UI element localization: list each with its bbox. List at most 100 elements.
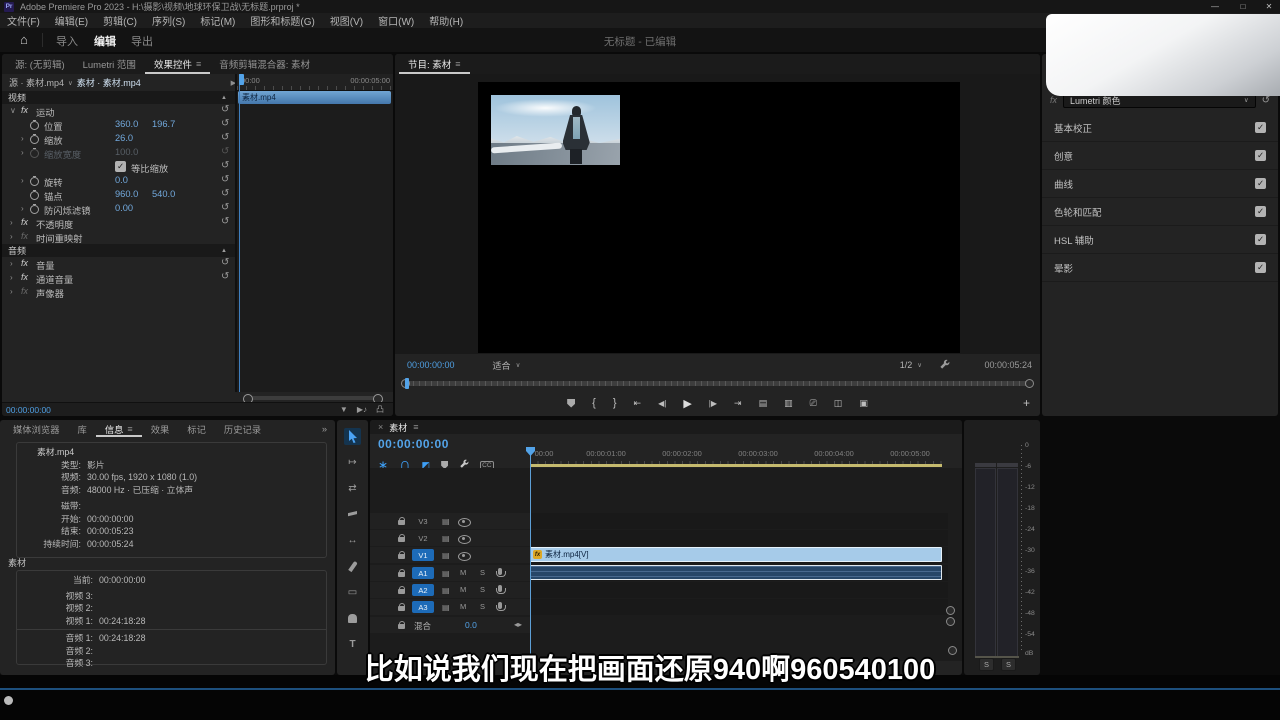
- expander-icon[interactable]: ∨: [10, 106, 16, 115]
- track-name-v3[interactable]: V3: [412, 515, 434, 527]
- expander-icon[interactable]: ›: [21, 204, 24, 213]
- menu-markers[interactable]: 标记(M): [200, 13, 235, 28]
- lock-icon[interactable]: [398, 606, 405, 611]
- play-audio-icon[interactable]: ▶♪: [357, 405, 367, 414]
- eye-icon[interactable]: [458, 535, 471, 544]
- audio-section-header[interactable]: 音频▲: [2, 244, 235, 257]
- track-name-v1[interactable]: V1: [412, 549, 434, 561]
- video-section-header[interactable]: 视频▲: [2, 91, 235, 104]
- program-scrubber[interactable]: [401, 376, 1034, 390]
- extract-icon[interactable]: ▥: [784, 398, 793, 409]
- track-select-tool[interactable]: ↦: [344, 454, 361, 471]
- timeline-playhead[interactable]: [530, 450, 531, 659]
- hand-tool[interactable]: [344, 610, 361, 627]
- tab-program[interactable]: 节目: 素材≡: [399, 54, 470, 74]
- section-color-wheels[interactable]: 色轮和匹配✓: [1042, 198, 1278, 226]
- ripple-edit-tool[interactable]: ⇄: [344, 480, 361, 497]
- razor-tool[interactable]: [344, 506, 361, 523]
- add-marker-icon[interactable]: [567, 399, 575, 408]
- source-clip-label[interactable]: 源 · 素材.mp4: [9, 76, 64, 89]
- enabled-checkbox[interactable]: ✓: [1255, 206, 1266, 217]
- track-resize-handle[interactable]: [946, 617, 955, 626]
- expander-icon[interactable]: ›: [21, 148, 24, 157]
- mini-timeline-ruler[interactable]: 00:00 00:00:05:00: [237, 74, 393, 91]
- export-frame-icon[interactable]: ⎚: [810, 398, 817, 409]
- tab-export[interactable]: 导出: [131, 33, 153, 49]
- section-vignette[interactable]: 晕影✓: [1042, 254, 1278, 282]
- position-x-value[interactable]: 360.0: [115, 119, 138, 129]
- reset-icon[interactable]: ↺: [221, 271, 229, 282]
- track-resize-handle[interactable]: [946, 606, 955, 615]
- tab-import[interactable]: 导入: [56, 33, 78, 49]
- timeline-timecode[interactable]: 00:00:00:00: [378, 437, 449, 451]
- maximize-button[interactable]: □: [1230, 0, 1256, 13]
- keyframe-nav-icon[interactable]: ◂▸: [514, 620, 522, 629]
- sync-lock-icon[interactable]: ▤: [442, 551, 450, 560]
- expander-icon[interactable]: ›: [21, 176, 24, 185]
- section-curves[interactable]: 曲线✓: [1042, 170, 1278, 198]
- panel-menu-icon[interactable]: ≡: [455, 59, 460, 69]
- mute-button[interactable]: M: [460, 602, 466, 611]
- track-name-v2[interactable]: V2: [412, 532, 434, 544]
- anti-flicker-value[interactable]: 0.00: [115, 203, 133, 213]
- track-name-a2[interactable]: A2: [412, 584, 434, 596]
- reset-icon[interactable]: ↺: [221, 104, 229, 115]
- minimize-button[interactable]: —: [1202, 0, 1228, 13]
- lock-icon[interactable]: [398, 554, 405, 559]
- sync-lock-icon[interactable]: ▤: [442, 586, 450, 595]
- reset-icon[interactable]: ↺: [221, 216, 229, 227]
- audio-clip[interactable]: [530, 565, 942, 580]
- lock-icon[interactable]: [398, 537, 405, 542]
- mic-icon[interactable]: [498, 602, 502, 609]
- expander-icon[interactable]: ›: [21, 134, 24, 143]
- filter-icon[interactable]: ▼: [340, 405, 348, 414]
- effect-controls-mini-timeline[interactable]: 00:00 00:00:05:00 素材.mp4: [235, 74, 393, 392]
- section-hsl-secondary[interactable]: HSL 辅助✓: [1042, 226, 1278, 254]
- fit-dropdown[interactable]: 适合∨: [493, 359, 521, 372]
- effect-volume[interactable]: ›fx音量↺: [2, 257, 235, 271]
- slip-tool[interactable]: ↔: [344, 532, 361, 549]
- playhead-timecode[interactable]: 00:00:00:00: [6, 405, 340, 415]
- reset-icon[interactable]: ↺: [221, 160, 229, 171]
- mute-button[interactable]: M: [460, 585, 466, 594]
- lock-icon[interactable]: [398, 572, 405, 577]
- mix-value[interactable]: 0.0: [465, 620, 477, 630]
- effect-channel-volume[interactable]: ›fx通道音量↺: [2, 271, 235, 285]
- eye-icon[interactable]: [458, 518, 471, 527]
- selection-tool[interactable]: [344, 428, 361, 445]
- expander-icon[interactable]: ›: [10, 259, 13, 268]
- menu-sequence[interactable]: 序列(S): [152, 13, 185, 28]
- step-back-icon[interactable]: ◀|: [658, 399, 666, 408]
- enabled-checkbox[interactable]: ✓: [1255, 150, 1266, 161]
- panel-menu-icon[interactable]: ≡: [127, 424, 132, 434]
- step-forward-icon[interactable]: |▶: [709, 399, 717, 408]
- reset-icon[interactable]: ↺: [1262, 95, 1270, 106]
- mini-playhead[interactable]: [239, 74, 240, 392]
- tab-overflow-icon[interactable]: »: [322, 424, 327, 434]
- menu-edit[interactable]: 编辑(E): [55, 13, 88, 28]
- reset-icon[interactable]: ↺: [221, 132, 229, 143]
- sync-lock-icon[interactable]: ▤: [442, 569, 450, 578]
- section-basic-correction[interactable]: 基本校正✓: [1042, 114, 1278, 142]
- enabled-checkbox[interactable]: ✓: [1255, 234, 1266, 245]
- enabled-checkbox[interactable]: ✓: [1255, 178, 1266, 189]
- close-tab-icon[interactable]: ×: [378, 422, 383, 432]
- stopwatch-icon[interactable]: [30, 177, 39, 186]
- panel-menu-icon[interactable]: ≡: [196, 59, 201, 69]
- comparison-view-icon[interactable]: ◫: [834, 398, 843, 409]
- expander-icon[interactable]: ›: [10, 287, 13, 296]
- effect-opacity[interactable]: ›fx不透明度↺: [2, 216, 235, 230]
- work-area-bar[interactable]: [530, 464, 942, 467]
- mark-in-icon[interactable]: {: [592, 397, 596, 409]
- position-y-value[interactable]: 196.7: [152, 119, 175, 129]
- tab-edit[interactable]: 编辑: [94, 33, 116, 49]
- expander-icon[interactable]: ›: [10, 273, 13, 282]
- close-button[interactable]: ✕: [1256, 0, 1280, 13]
- tab-info[interactable]: 信息≡: [96, 420, 142, 437]
- sync-lock-icon[interactable]: ▤: [442, 517, 450, 526]
- solo-button[interactable]: S: [480, 602, 485, 611]
- multicam-icon[interactable]: ▣: [859, 398, 868, 409]
- tab-history[interactable]: 历史记录: [215, 420, 270, 437]
- section-creative[interactable]: 创意✓: [1042, 142, 1278, 170]
- menu-view[interactable]: 视图(V): [330, 13, 363, 28]
